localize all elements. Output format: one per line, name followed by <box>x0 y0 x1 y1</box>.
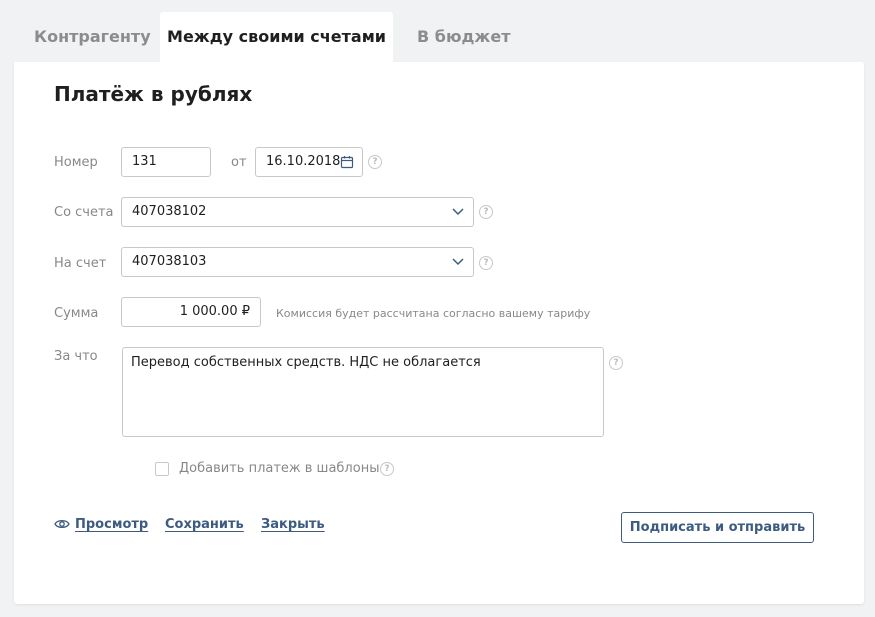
tab-budget[interactable]: В бюджет <box>417 12 510 62</box>
date-prefix: от <box>231 155 247 170</box>
template-checkbox[interactable] <box>155 462 169 476</box>
help-icon[interactable]: ? <box>479 205 493 219</box>
purpose-textarea[interactable]: Перевод собственных средств. НДС не обла… <box>122 347 604 437</box>
to-account-value: 407038103 <box>132 254 207 269</box>
tab-counterparty[interactable]: Контрагенту <box>34 12 151 62</box>
close-link[interactable]: Закрыть <box>261 517 325 532</box>
help-icon[interactable]: ? <box>609 356 623 370</box>
chevron-down-icon <box>452 208 464 216</box>
sign-and-send-button[interactable]: Подписать и отправить <box>621 512 814 543</box>
from-account-label: Со счета <box>54 205 114 220</box>
to-account-select[interactable]: 407038103 <box>121 247 474 277</box>
from-account-value: 407038102 <box>132 204 207 219</box>
amount-label: Сумма <box>54 306 99 321</box>
help-icon[interactable]: ? <box>479 256 493 270</box>
from-account-select[interactable]: 407038102 <box>121 197 474 227</box>
purpose-label: За что <box>54 349 98 364</box>
tab-own-accounts[interactable]: Между своими счетами <box>160 12 393 62</box>
chevron-down-icon <box>452 258 464 266</box>
date-value: 16.10.2018 <box>266 154 341 169</box>
commission-hint: Комиссия будет рассчитана согласно вашем… <box>276 307 591 320</box>
help-icon[interactable]: ? <box>380 462 394 476</box>
to-account-label: На счет <box>54 256 107 271</box>
calendar-icon[interactable] <box>340 155 354 169</box>
number-label: Номер <box>54 155 98 170</box>
template-checkbox-label[interactable]: Добавить платеж в шаблоны <box>179 461 379 476</box>
payment-form-card: Платёж в рублях Номер 131 от 16.10.2018 … <box>14 62 864 604</box>
eye-icon[interactable] <box>54 518 70 530</box>
number-input[interactable]: 131 <box>121 147 211 177</box>
save-link[interactable]: Сохранить <box>165 517 244 532</box>
amount-input[interactable]: 1 000.00 ₽ <box>121 297 261 327</box>
help-icon[interactable]: ? <box>368 155 382 169</box>
preview-link[interactable]: Просмотр <box>75 517 148 532</box>
date-input[interactable]: 16.10.2018 <box>255 147 363 177</box>
page-title: Платёж в рублях <box>54 82 253 106</box>
